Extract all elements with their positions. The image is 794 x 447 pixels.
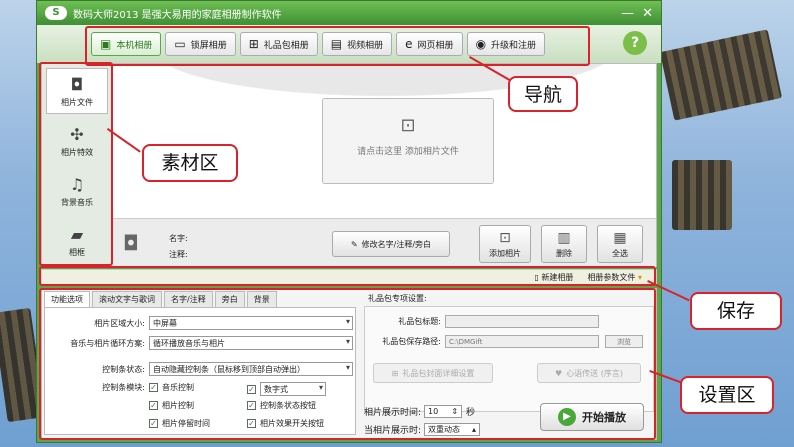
- help-button[interactable]: ?: [623, 31, 647, 55]
- grid-icon: ▦: [613, 229, 627, 246]
- close-button[interactable]: ✕: [642, 6, 653, 21]
- nav-highlight-box: [85, 26, 590, 66]
- settings-callout: 设置区: [680, 376, 774, 414]
- material-callout: 素材区: [142, 144, 238, 182]
- window-title: 数码大师2013 是强大易用的家庭相册制作软件: [73, 9, 282, 21]
- save-callout: 保存: [690, 292, 782, 330]
- save-highlight-box: [39, 266, 656, 286]
- add-photo-icon: ⊡: [400, 115, 416, 136]
- note-label: 注释:: [169, 250, 188, 259]
- dropzone-text: 请点击这里 添加相片文件: [357, 147, 459, 157]
- name-label: 名字:: [169, 234, 188, 243]
- camera-icon: ◘: [123, 231, 139, 255]
- edit-icon: ✎: [350, 239, 358, 249]
- delete-button[interactable]: ▥ 删除: [541, 225, 587, 263]
- settings-highlight-box: [39, 288, 656, 440]
- title-bar: S 数码大师2013 是强大易用的家庭相册制作软件 — ✕: [37, 1, 661, 25]
- nav-callout: 导航: [508, 76, 578, 112]
- add-photo-icon: ⊡: [499, 229, 511, 246]
- select-all-button[interactable]: ▦ 全选: [597, 225, 643, 263]
- edit-name-note-button[interactable]: ✎ 修改名字/注释/旁白: [332, 231, 450, 257]
- film-strip-decoration: [672, 160, 732, 230]
- photo-info-bar: ◘ 名字: 注释: ✎ 修改名字/注释/旁白 ⊡ 添加相片 ▥ 删除 ▦ 全选: [113, 218, 656, 268]
- app-logo: S: [45, 6, 67, 20]
- material-highlight-box: [39, 62, 113, 266]
- trash-icon: ▥: [557, 229, 571, 246]
- minimize-button[interactable]: —: [621, 6, 634, 21]
- add-photos-dropzone[interactable]: ⊡ 请点击这里 添加相片文件: [322, 98, 494, 184]
- add-photo-button[interactable]: ⊡ 添加相片: [479, 225, 531, 263]
- film-strip-decoration: [659, 29, 783, 121]
